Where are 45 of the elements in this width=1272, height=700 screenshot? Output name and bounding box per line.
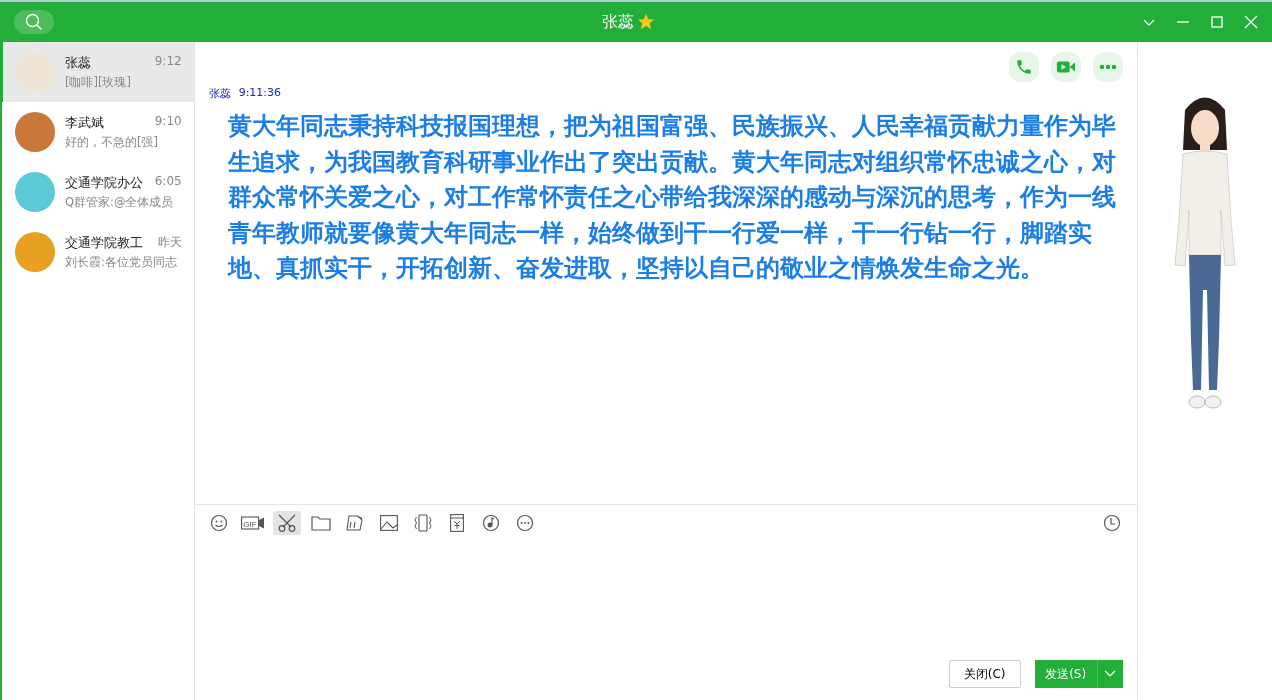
message-preview: 好的，不急的[强] [65, 135, 159, 150]
phone-icon [1014, 58, 1033, 76]
contact-name: 交通学院教工 [65, 234, 143, 252]
conversation-item[interactable]: 李武斌 9:10 好的，不急的[强] [0, 102, 194, 162]
message-time: 9:10 [154, 114, 182, 130]
conversation-item[interactable]: 交通学院教工 昨天 刘长霞:各位党员同志 [0, 222, 194, 282]
doodle-icon [345, 514, 364, 532]
contact-name: 李武斌 [65, 114, 104, 132]
envelope-icon [449, 514, 464, 532]
message-timestamp: 9:11:36 [238, 86, 282, 101]
maximize-icon[interactable] [1210, 15, 1224, 29]
video-call-button[interactable] [1050, 52, 1081, 82]
more-button[interactable] [1092, 52, 1123, 82]
message-time: 昨天 [157, 234, 182, 251]
send-options-button[interactable] [1096, 660, 1123, 688]
caret-icon [1104, 670, 1117, 678]
smiley-icon [209, 514, 228, 532]
contact-name: 交通学院办公 [65, 174, 143, 192]
message-preview: 刘长霞:各位党员同志 [65, 255, 178, 270]
search-icon [25, 13, 43, 31]
conversation-item[interactable]: 交通学院办公 6:05 Q群管家:@全体成员 [0, 162, 194, 222]
phone-shake-icon [413, 514, 432, 532]
music-icon [481, 514, 500, 532]
more-icon [515, 514, 534, 532]
search-button[interactable] [14, 10, 54, 34]
folder-icon [310, 515, 331, 531]
star-icon [636, 13, 655, 31]
toolbar-button[interactable]: GIF [238, 511, 267, 535]
window-title: 张蕊 [601, 11, 634, 33]
video-camera-icon [1055, 59, 1076, 75]
message-preview: Q群管家:@全体成员 [65, 195, 175, 210]
sender-name: 张蕊 [208, 86, 231, 101]
close-icon[interactable] [1244, 15, 1258, 29]
image-icon [379, 515, 398, 531]
history-clock-icon[interactable] [1102, 514, 1121, 532]
voice-call-button[interactable] [1008, 52, 1039, 82]
toolbar-button[interactable] [272, 511, 301, 535]
message-time: 6:05 [154, 174, 182, 190]
message-time: 9:12 [154, 54, 182, 70]
contact-name: 张蕊 [65, 54, 91, 72]
conversation-item[interactable]: 张蕊 9:12 [咖啡][玫瑰] [0, 42, 194, 102]
more-icon [1098, 64, 1117, 70]
message-preview: [咖啡][玫瑰] [65, 75, 132, 90]
close-button[interactable]: 关闭(C) [948, 660, 1021, 688]
message-text: 黄大年同志秉持科技报国理想，把为祖国富强、民族振兴、人民幸福贡献力量作为毕生追求，为我国教育科研事业作出了突出贡献。黄大年同志对组织常怀忠诚之心，对群众常怀关爱之心，对工作常怀责任之心带给我深深的感动与深沉的思考，作为一线青年教师就要像黄大年同志一样，始终做到干一行爱一样，干一行钻一行，脚踏实地、真抓实干，开拓创新、奋发进取，坚持以自己的敬业之情焕发生命之光。 [227, 111, 1117, 284]
